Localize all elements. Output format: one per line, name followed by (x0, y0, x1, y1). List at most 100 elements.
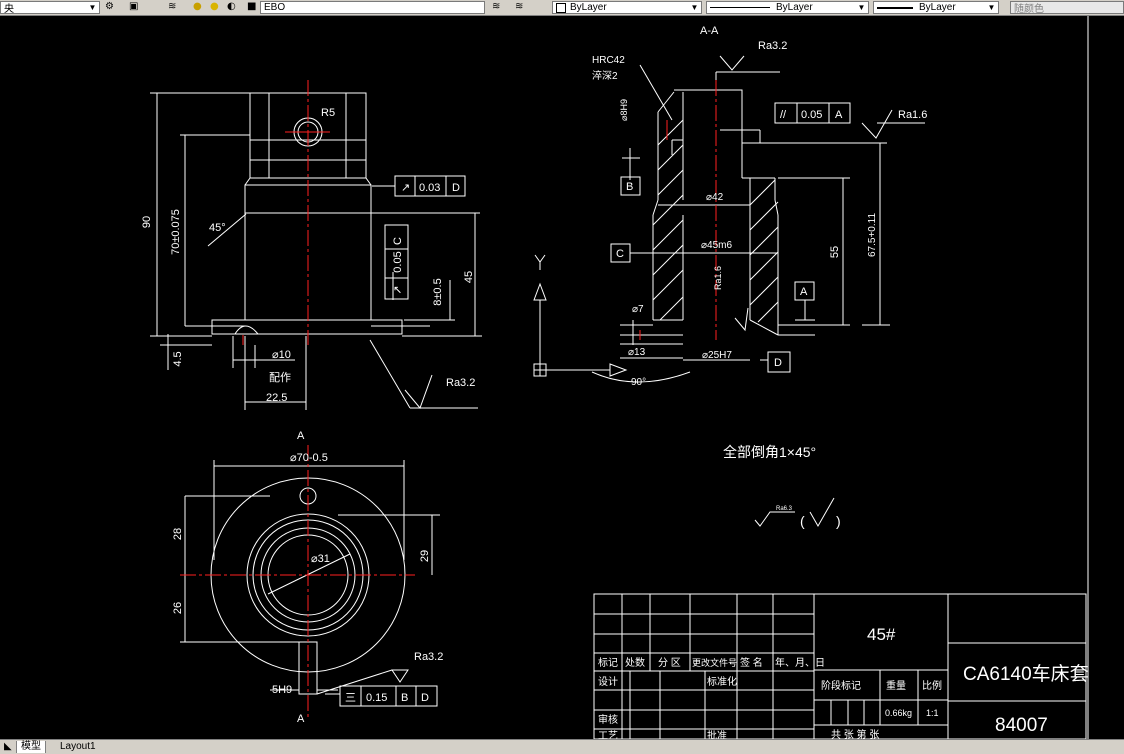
tb-design: 设计 (598, 675, 618, 688)
svg-text:↗: ↗ (401, 182, 410, 194)
workspace-combo[interactable]: 央 ▼ (0, 1, 100, 15)
tb-header-zone: 分 区 (658, 657, 681, 669)
tb-header-sign: 签 名 (740, 656, 763, 669)
tolerance-frame-parallel-a: // 0.05 A (774, 102, 851, 124)
svg-text:A: A (800, 286, 808, 298)
lineweight-value: ByLayer (919, 2, 956, 13)
tb-header-mark: 标记 (598, 657, 618, 669)
tb-review: 审核 (598, 713, 618, 726)
chevron-down-icon[interactable]: ▼ (87, 2, 98, 13)
tb-header-count: 处数 (625, 656, 645, 669)
tb-sheets: 共 张 第 张 (831, 728, 879, 739)
ucs-icon (533, 254, 628, 377)
lightbulb-icon[interactable]: ● (193, 1, 206, 13)
dim-phi31: ⌀31 (311, 553, 330, 565)
svg-text:三: 三 (345, 692, 356, 704)
tab-scroll-icon[interactable]: ◣ (0, 741, 16, 753)
dim-r5: R5 (321, 107, 335, 119)
layer-previous-icon[interactable]: ≋ (515, 1, 528, 13)
color-swatch-icon (556, 2, 566, 13)
front-dimensions (150, 92, 482, 410)
dim-29: 29 (419, 550, 431, 562)
svg-text:C: C (392, 237, 404, 245)
gear-icon[interactable]: ⚙ (105, 1, 118, 13)
roughness-ra16: Ra1.6 (898, 109, 927, 121)
datum-box-d: D (767, 351, 791, 373)
svg-text://: // (780, 109, 787, 121)
color-square-icon[interactable]: ■ (247, 1, 260, 13)
lineweight-combo[interactable]: ByLayer ▼ (873, 1, 999, 14)
datum-box-a: A (794, 281, 815, 301)
linetype-combo[interactable]: ByLayer ▼ (706, 1, 869, 14)
section-mark-a-bottom: A (297, 713, 305, 725)
dim-5h9: 5H9 (272, 684, 292, 696)
section-mark-a-top: A (297, 430, 305, 442)
tb-part-name: CA6140车床套 (963, 663, 1089, 685)
chevron-down-icon[interactable]: ▼ (689, 2, 700, 13)
svg-text:0.03: 0.03 (419, 182, 440, 194)
svg-text:0.05: 0.05 (801, 109, 822, 121)
tb-material: 45# (867, 625, 896, 644)
svg-text:0.05: 0.05 (392, 251, 404, 272)
tb-standard: 标准化 (707, 675, 737, 688)
sun-icon[interactable]: ● (210, 1, 223, 13)
tb-scale-value: 1:1 (926, 708, 939, 718)
tb-header-file: 更改文件号 (692, 657, 737, 668)
roughness-ra32-top: Ra3.2 (414, 651, 443, 663)
layer-combo[interactable]: EBO (260, 1, 485, 14)
properties-toolbar: 央 ▼ ⚙ ▣ ≋ ● ● ◐ ■ EBO ≋ ≋ ByLayer ▼ ByLa… (0, 0, 1124, 16)
dim-55: 55 (829, 246, 841, 258)
top-view (180, 460, 440, 695)
dim-phi70: ⌀70-0.5 (290, 452, 328, 464)
dim-8: 8±0.5 (432, 278, 444, 305)
svg-text:C: C (616, 248, 624, 260)
svg-text:B: B (626, 181, 633, 193)
layer-state-icon[interactable]: ▣ (129, 1, 142, 13)
chevron-down-icon[interactable]: ▼ (986, 2, 997, 13)
lock-icon[interactable]: ◐ (227, 1, 240, 13)
roughness-ra32: Ra3.2 (446, 377, 475, 389)
dim-phi10: ⌀10 (272, 349, 291, 361)
roughness-ra16-inner: Ra1.6 (713, 266, 723, 290)
dim-67-5: 67.5+0.11 (867, 213, 878, 257)
tolerance-frame-runout-d: ↗ 0.03 D (394, 175, 466, 197)
plotstyle-combo[interactable]: 随颜色 (1010, 1, 1124, 15)
drawing-canvas[interactable]: 90 70±0.075 45° R5 45 8±0.5 4.5 ⌀10 配作 2… (0, 16, 1124, 742)
note-peizuo: 配作 (269, 371, 291, 384)
chevron-down-icon[interactable]: ▼ (856, 2, 867, 13)
svg-text:(: ( (800, 513, 805, 529)
dim-phi7: ⌀7 (632, 304, 644, 315)
tb-weight-value: 0.66kg (885, 708, 912, 718)
svg-text:D: D (452, 182, 460, 194)
linetype-value: ByLayer (776, 2, 813, 13)
roughness-ra32-section: Ra3.2 (758, 40, 787, 52)
color-combo[interactable]: ByLayer ▼ (552, 1, 702, 14)
lineweight-sample (877, 6, 913, 9)
plotstyle-value: 随颜色 (1014, 4, 1044, 15)
dim-70: 70±0.075 (170, 209, 182, 255)
layer-value: EBO (264, 2, 286, 13)
tab-layout1[interactable]: Layout1 (56, 741, 100, 753)
tb-weight: 重量 (886, 679, 906, 692)
linetype-sample (710, 7, 770, 8)
svg-text:D: D (421, 692, 429, 704)
tab-model[interactable]: 模型 (16, 741, 46, 753)
note-chamfer: 全部倒角1×45° (723, 444, 816, 460)
tb-process: 工艺 (598, 730, 618, 739)
dim-45: 45 (463, 271, 475, 283)
layers-icon[interactable]: ≋ (168, 1, 181, 13)
make-current-icon[interactable]: ≋ (492, 1, 505, 13)
dim-phi8h9: ⌀8H9 (619, 99, 629, 121)
tb-stage: 阶段标记 (821, 679, 861, 692)
svg-text:D: D (774, 357, 782, 369)
svg-text:↗: ↗ (392, 285, 404, 294)
tolerance-frame-sym-bd: 三 0.15 B D (339, 685, 438, 707)
dim-phi13: ⌀13 (628, 347, 646, 358)
dim-45deg: 45° (209, 222, 226, 234)
dim-26: 26 (172, 602, 184, 614)
dim-28: 28 (172, 528, 184, 540)
tb-header-date: 年、月、日 (775, 656, 825, 669)
dim-phi45m6: ⌀45m6 (701, 240, 732, 251)
color-value: ByLayer (570, 2, 607, 13)
dim-22-5: 22.5 (266, 392, 287, 404)
